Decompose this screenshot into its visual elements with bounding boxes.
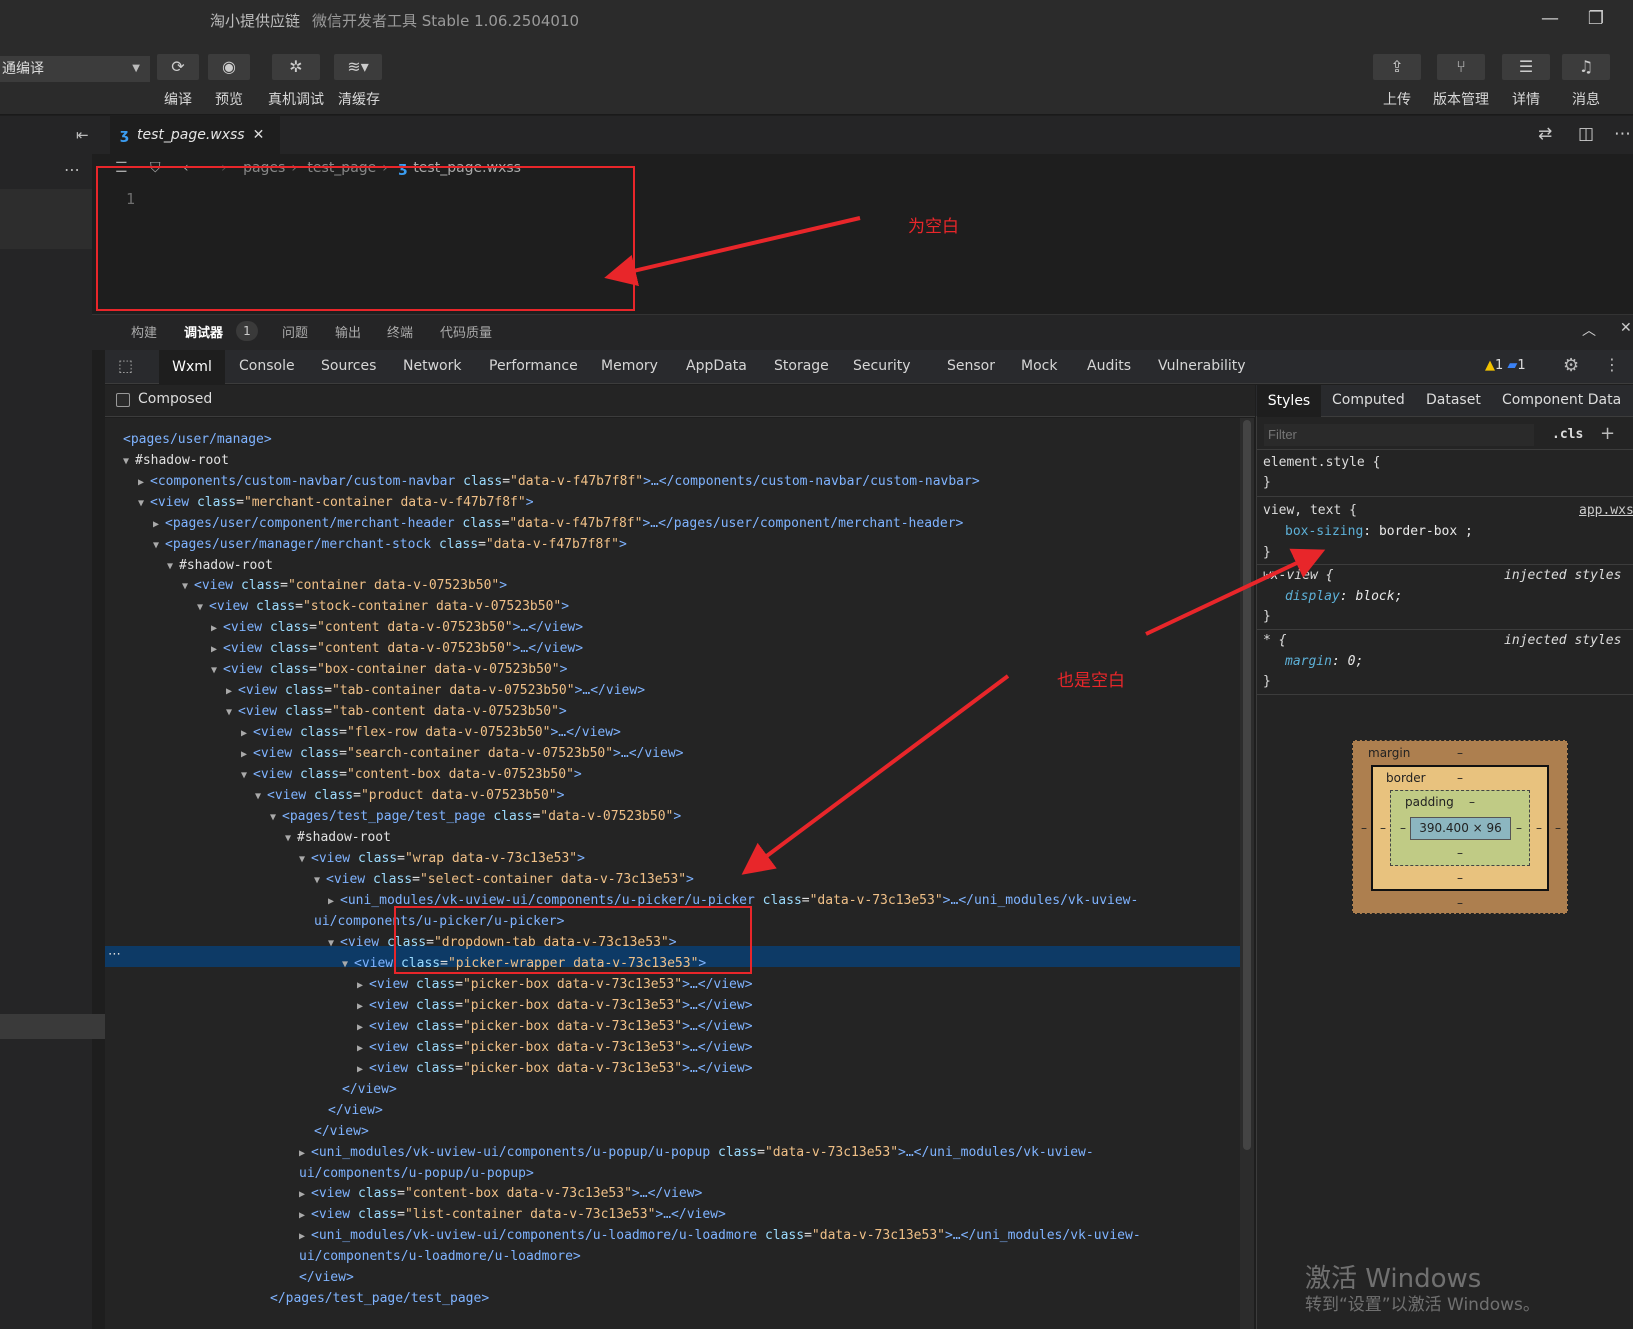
arrow-to-styles (1145, 548, 1326, 636)
windows-activation-hint: 转到“设置”以激活 Windows。 (1305, 1295, 1540, 1315)
annotation-note-also-blank: 也是空白 (1057, 671, 1125, 691)
annotation-arrows (604, 216, 1326, 875)
annotation-note-blank: 为空白 (908, 217, 959, 237)
arrow-to-tree (741, 674, 1010, 875)
arrow-to-editor (604, 216, 861, 287)
